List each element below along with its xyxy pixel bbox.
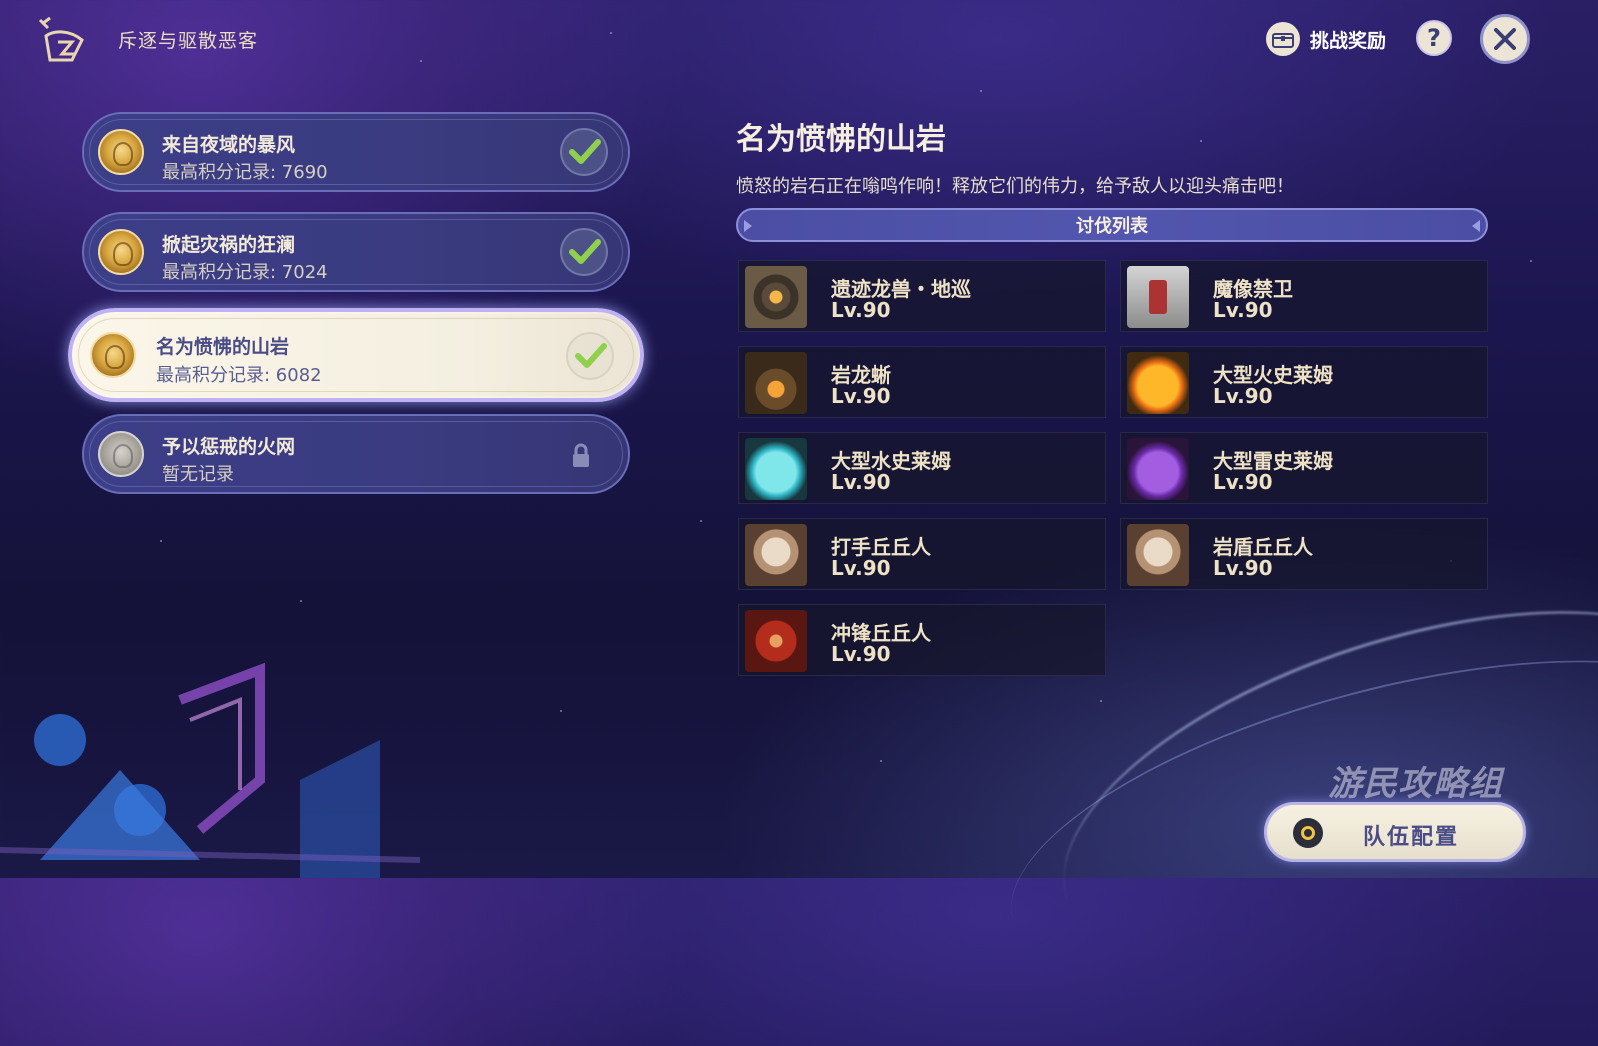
arrow-right-icon <box>1472 220 1480 232</box>
team-setup-label: 队伍配置 <box>1363 825 1460 850</box>
enemy-list-header: 讨伐列表 <box>736 208 1488 242</box>
stage-score: 最高积分记录: 7690 <box>162 162 328 183</box>
stage-item-2[interactable]: 掀起灾祸的狂澜 最高积分记录: 7024 <box>82 212 630 292</box>
lock-icon <box>573 443 589 467</box>
stage-name: 名为愤怫的山岩 <box>156 336 290 358</box>
hydro-slime-portrait <box>745 438 807 500</box>
stage-item-3[interactable]: 名为愤怫的山岩 最高积分记录: 6082 <box>68 308 644 402</box>
checkmark-icon <box>560 228 608 276</box>
stage-name: 来自夜域的暴风 <box>162 134 296 156</box>
golem-guard-portrait <box>1127 266 1189 328</box>
arrow-left-icon <box>744 220 752 232</box>
medal-icon <box>98 431 144 477</box>
close-button[interactable] <box>1480 14 1530 64</box>
enemy-card[interactable]: 魔像禁卫 Lv.90 <box>1120 260 1488 332</box>
event-title: 斥逐与驱散恶客 <box>118 30 259 52</box>
corner-ornament <box>0 662 420 878</box>
stage-item-1[interactable]: 来自夜域的暴风 最高积分记录: 7690 <box>82 112 630 192</box>
stage-score: 最高积分记录: 6082 <box>156 365 322 386</box>
electro-slime-portrait <box>1127 438 1189 500</box>
stage-detail-description: 愤怒的岩石正在嗡鸣作响！释放它们的伟力，给予敌人以迎头痛击吧！ <box>736 176 1294 197</box>
enemy-card[interactable]: 岩盾丘丘人 Lv.90 <box>1120 518 1488 590</box>
confirm-ring-icon <box>1293 818 1323 848</box>
stage-detail-title: 名为愤怫的山岩 <box>736 122 946 157</box>
stage-item-4[interactable]: 予以惩戒的火网 暂无记录 <box>82 414 630 494</box>
enemy-level: Lv.90 <box>1213 470 1273 494</box>
reward-label: 挑战奖励 <box>1310 29 1387 52</box>
help-button[interactable]: ? <box>1416 20 1452 56</box>
enemy-level: Lv.90 <box>831 470 891 494</box>
hilichurl-berserker-portrait <box>745 610 807 672</box>
enemy-level: Lv.90 <box>831 556 891 580</box>
question-icon: ? <box>1427 24 1441 52</box>
watermark: 游民攻略组 <box>1328 764 1503 804</box>
hilichurl-fighter-portrait <box>745 524 807 586</box>
chest-icon <box>1266 22 1300 56</box>
enemy-level: Lv.90 <box>831 384 891 408</box>
enemy-card[interactable]: 大型雷史莱姆 Lv.90 <box>1120 432 1488 504</box>
team-setup-button[interactable]: 队伍配置 <box>1264 802 1526 862</box>
enemy-list-title: 讨伐列表 <box>1076 216 1148 237</box>
enemy-card[interactable]: 遗迹龙兽・地巡 Lv.90 <box>738 260 1106 332</box>
medal-icon <box>98 129 144 175</box>
stage-score: 暂无记录 <box>162 464 234 485</box>
pyro-slime-portrait <box>1127 352 1189 414</box>
enemy-card[interactable]: 冲锋丘丘人 Lv.90 <box>738 604 1106 676</box>
challenge-reward-button[interactable]: 挑战奖励 <box>1266 20 1386 58</box>
enemy-card[interactable]: 大型火史莱姆 Lv.90 <box>1120 346 1488 418</box>
medal-icon <box>90 332 136 378</box>
enemy-level: Lv.90 <box>1213 556 1273 580</box>
enemy-level: Lv.90 <box>831 642 891 666</box>
enemy-card[interactable]: 大型水史莱姆 Lv.90 <box>738 432 1106 504</box>
enemy-level: Lv.90 <box>831 298 891 322</box>
stage-name: 掀起灾祸的狂澜 <box>162 234 296 256</box>
hilichurl-shield-portrait <box>1127 524 1189 586</box>
medal-icon <box>98 229 144 275</box>
stage-name: 予以惩戒的火网 <box>162 436 296 458</box>
checkmark-icon <box>566 332 614 380</box>
enemy-level: Lv.90 <box>1213 384 1273 408</box>
close-icon <box>1494 28 1516 50</box>
ruin-drake-portrait <box>745 266 807 328</box>
stage-score: 最高积分记录: 7024 <box>162 262 328 283</box>
geovishap-portrait <box>745 352 807 414</box>
enemy-level: Lv.90 <box>1213 298 1273 322</box>
checkmark-icon <box>560 128 608 176</box>
enemy-card[interactable]: 岩龙蜥 Lv.90 <box>738 346 1106 418</box>
enemy-card[interactable]: 打手丘丘人 Lv.90 <box>738 518 1106 590</box>
event-emblem-icon <box>38 16 84 62</box>
